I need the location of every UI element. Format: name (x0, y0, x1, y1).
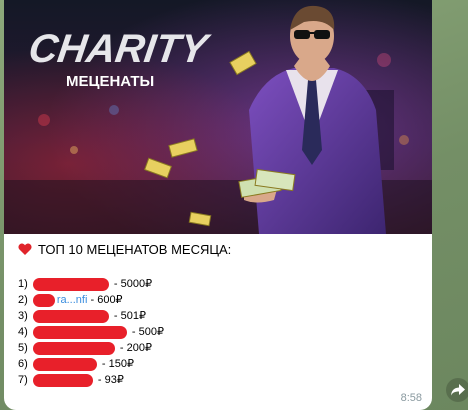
message-bubble: CHARITY МЕЦЕНАТЫ ТОП 10 МЕЦЕНАТОВ МЕСЯЦА… (4, 0, 432, 410)
list-item: 6) - 150₽ (18, 356, 164, 372)
red-heart-icon (18, 243, 32, 255)
message-heading-line: ТОП 10 МЕЦЕНАТОВ МЕСЯЦА: (18, 240, 422, 258)
donation-amount: - 93₽ (97, 374, 124, 386)
rank-number: 6) (18, 358, 28, 370)
donation-amount: - 501₽ (113, 310, 146, 322)
banner-image[interactable]: CHARITY МЕЦЕНАТЫ (4, 0, 432, 234)
rank-number: 3) (18, 310, 28, 322)
redacted-name (32, 325, 127, 339)
list-item: 3) - 501₽ (18, 308, 164, 324)
redacted-name (32, 309, 109, 323)
donor-list: 1) - 5000₽ 2) ra...nfi - 600₽ 3) - 501₽ … (18, 276, 164, 388)
redacted-name (32, 341, 115, 355)
forward-arrow-icon (451, 384, 465, 396)
banner-logo: CHARITY (26, 26, 213, 71)
redacted-name (32, 293, 55, 307)
rank-number: 5) (18, 342, 28, 354)
donation-amount: - 600₽ (90, 294, 123, 306)
donation-amount: - 200₽ (119, 342, 152, 354)
message-heading: ТОП 10 МЕЦЕНАТОВ МЕСЯЦА: (38, 241, 232, 257)
rank-number: 2) (18, 294, 28, 306)
rank-number: 1) (18, 278, 28, 290)
list-item: 4) - 500₽ (18, 324, 164, 340)
redacted-name (32, 277, 109, 291)
rank-number: 4) (18, 326, 28, 338)
forward-button[interactable] (446, 378, 468, 402)
message-time: 8:58 (400, 392, 422, 404)
list-item: 1) - 5000₽ (18, 276, 164, 292)
donation-amount: - 5000₽ (113, 278, 153, 290)
donation-amount: - 150₽ (101, 358, 134, 370)
list-item: 5) - 200₽ (18, 340, 164, 356)
redacted-name (32, 373, 93, 387)
donation-amount: - 500₽ (131, 326, 164, 338)
list-item: 2) ra...nfi - 600₽ (18, 292, 164, 308)
rank-number: 7) (18, 374, 28, 386)
redacted-name (32, 357, 97, 371)
banner-logo-subtitle: МЕЦЕНАТЫ (66, 73, 154, 90)
list-item: 7) - 93₽ (18, 372, 164, 388)
username-link[interactable]: ra...nfi (57, 294, 88, 306)
